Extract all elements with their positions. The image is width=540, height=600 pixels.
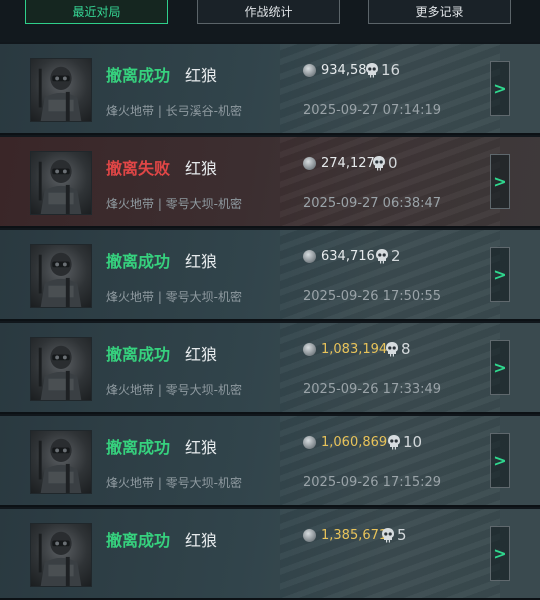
detail-button[interactable]: > — [490, 61, 510, 116]
operator-name: 红狼 — [185, 531, 218, 550]
loot-value: 934,587 — [303, 63, 375, 78]
coin-icon — [303, 250, 316, 263]
loot-value-text: 1,060,869 — [321, 435, 388, 450]
match-timestamp: 2025-09-27 06:38:47 — [303, 196, 442, 211]
operator-avatar — [30, 244, 92, 308]
loot-value-text: 1,385,671 — [321, 528, 388, 543]
skull-icon — [388, 435, 400, 450]
chevron-right-icon: > — [493, 79, 507, 98]
extraction-status: 撤离成功 — [106, 531, 171, 550]
loot-value: 1,060,869 — [303, 435, 387, 450]
loot-value-text: 634,716 — [321, 249, 375, 264]
operator-avatar — [30, 430, 92, 494]
coin-icon — [303, 64, 316, 77]
chevron-right-icon: > — [493, 544, 507, 563]
operator-name: 红狼 — [185, 438, 218, 457]
loot-value: 1,385,671 — [303, 528, 387, 543]
tab-combat-stats[interactable]: 作战统计 — [197, 0, 340, 24]
kill-count: 16 — [365, 61, 400, 79]
skull-icon — [373, 156, 385, 171]
kill-count: 0 — [372, 154, 398, 172]
match-timestamp: 2025-09-26 17:15:29 — [303, 475, 442, 490]
coin-icon — [303, 529, 316, 542]
match-record-card[interactable]: 撤离成功 红狼 烽火地带 | 零号大坝-机密 634,716 2 2025-09… — [0, 230, 540, 321]
match-record-card[interactable]: 撤离成功 红狼 烽火地带 | 零号大坝-机密 1,083,194 8 2025-… — [0, 323, 540, 414]
tab-bar: 最近对局 作战统计 更多记录 — [0, 0, 540, 42]
card-background-decoration — [280, 230, 500, 319]
loot-value: 1,083,194 — [303, 342, 387, 357]
kill-count-text: 5 — [397, 526, 407, 544]
extraction-status: 撤离成功 — [106, 66, 171, 85]
extraction-status: 撤离成功 — [106, 345, 171, 364]
chevron-right-icon: > — [493, 451, 507, 470]
detail-button[interactable]: > — [490, 247, 510, 302]
tab-recent-matches[interactable]: 最近对局 — [25, 0, 168, 24]
card-background-decoration — [280, 509, 500, 598]
kill-count: 8 — [385, 340, 411, 358]
tab-more-records[interactable]: 更多记录 — [368, 0, 511, 24]
operator-name: 红狼 — [185, 159, 218, 178]
kill-count: 5 — [381, 526, 407, 544]
loot-value-text: 1,083,194 — [321, 342, 388, 357]
kill-count-text: 0 — [388, 154, 398, 172]
loot-value-text: 274,127 — [321, 156, 375, 171]
match-timestamp: 2025-09-26 17:33:49 — [303, 382, 442, 397]
match-timestamp: 2025-09-27 07:14:19 — [303, 103, 442, 118]
card-background-decoration — [280, 137, 500, 226]
extraction-status: 撤离失败 — [106, 159, 171, 178]
card-background-decoration — [280, 416, 500, 505]
detail-button[interactable]: > — [490, 154, 510, 209]
detail-button[interactable]: > — [490, 340, 510, 395]
match-record-card[interactable]: 撤离成功 红狼 烽火地带 | 长弓溪谷-机密 934,587 16 2025-0… — [0, 44, 540, 135]
loot-value: 274,127 — [303, 156, 375, 171]
operator-name: 红狼 — [185, 66, 218, 85]
kill-count-text: 2 — [391, 247, 401, 265]
coin-icon — [303, 343, 316, 356]
skull-icon — [386, 342, 398, 357]
card-background-decoration — [280, 323, 500, 412]
kill-count-text: 10 — [403, 433, 423, 451]
chevron-right-icon: > — [493, 172, 507, 191]
kill-count-text: 16 — [381, 61, 401, 79]
kill-count-text: 8 — [401, 340, 411, 358]
skull-icon — [376, 249, 388, 264]
extraction-status: 撤离成功 — [106, 438, 171, 457]
operator-avatar — [30, 58, 92, 122]
match-record-card[interactable]: 撤离失败 红狼 烽火地带 | 零号大坝-机密 274,127 0 2025-09… — [0, 137, 540, 228]
operator-name: 红狼 — [185, 345, 218, 364]
map-location: 烽火地带 | 零号大坝-机密 — [106, 197, 243, 211]
map-location: 烽火地带 | 零号大坝-机密 — [106, 290, 243, 304]
detail-button[interactable]: > — [490, 526, 510, 581]
match-record-card[interactable]: 撤离成功 红狼 1,385,671 5 > — [0, 509, 540, 600]
match-timestamp: 2025-09-26 17:50:55 — [303, 289, 442, 304]
detail-button[interactable]: > — [490, 433, 510, 488]
operator-avatar — [30, 523, 92, 587]
operator-avatar — [30, 337, 92, 401]
coin-icon — [303, 436, 316, 449]
operator-avatar — [30, 151, 92, 215]
card-background-decoration — [280, 44, 500, 133]
kill-count: 10 — [387, 433, 422, 451]
map-location: 烽火地带 | 零号大坝-机密 — [106, 383, 243, 397]
skull-icon — [366, 63, 378, 78]
map-location: 烽火地带 | 零号大坝-机密 — [106, 476, 243, 490]
chevron-right-icon: > — [493, 358, 507, 377]
match-record-card[interactable]: 撤离成功 红狼 烽火地带 | 零号大坝-机密 1,060,869 10 2025… — [0, 416, 540, 507]
kill-count: 2 — [375, 247, 401, 265]
operator-name: 红狼 — [185, 252, 218, 271]
map-location: 烽火地带 | 长弓溪谷-机密 — [106, 104, 243, 118]
chevron-right-icon: > — [493, 265, 507, 284]
coin-icon — [303, 157, 316, 170]
extraction-status: 撤离成功 — [106, 252, 171, 271]
loot-value: 634,716 — [303, 249, 375, 264]
skull-icon — [382, 528, 394, 543]
